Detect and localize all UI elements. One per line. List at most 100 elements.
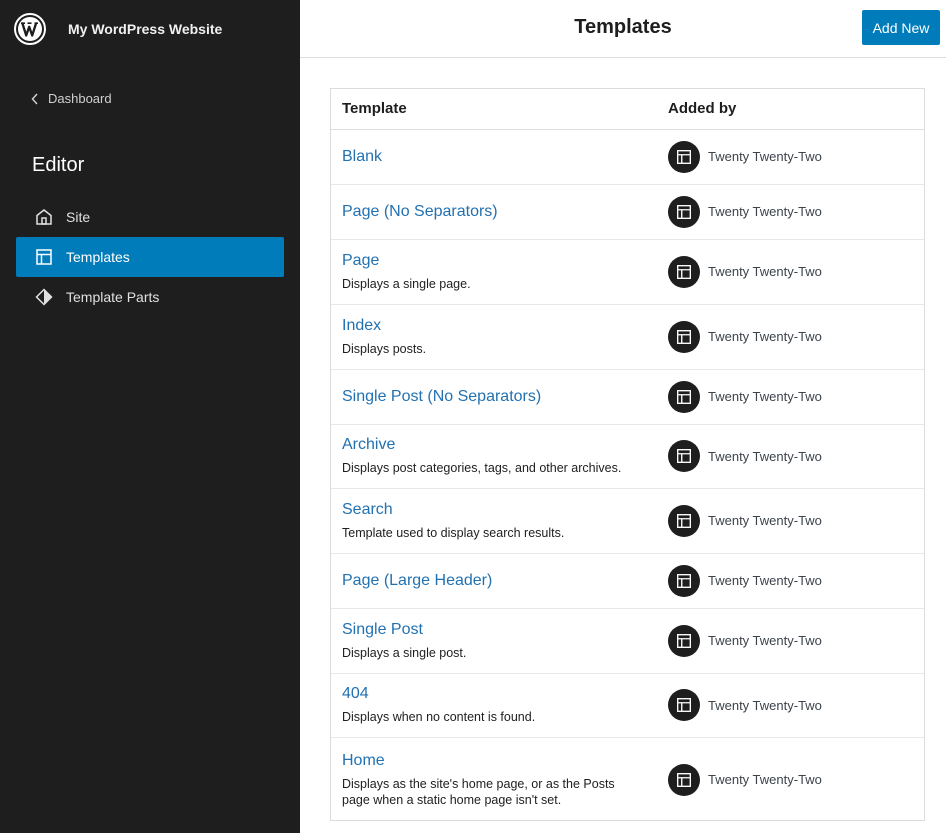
theme-avatar	[668, 564, 700, 597]
author-name: Twenty Twenty-Two	[708, 772, 822, 788]
add-new-button[interactable]: Add New	[862, 10, 940, 45]
template-cell: Search Template used to display search re…	[331, 488, 642, 554]
template-cell: Page Displays a single page.	[331, 239, 642, 305]
main-content: Templates Add New Template Added by Blan…	[300, 0, 946, 833]
added-by-cell: Twenty Twenty-Two	[642, 424, 924, 489]
template-title-link[interactable]: Single Post	[342, 621, 642, 639]
theme-avatar	[668, 140, 700, 173]
table-row: Page (Large Header) Twenty Twenty-Two	[331, 553, 924, 609]
template-title-link[interactable]: Single Post (No Separators)	[342, 388, 642, 406]
added-by-cell: Twenty Twenty-Two	[642, 488, 924, 554]
editor-heading: Editor	[32, 154, 85, 176]
theme-avatar	[668, 320, 700, 353]
table-row: Home Displays as the site's home page, or…	[331, 737, 924, 820]
sidebar-item-label: Template Parts	[66, 289, 160, 305]
template-cell: Single Post Displays a single post.	[331, 608, 642, 674]
table-row: Archive Displays post categories, tags, a…	[331, 424, 924, 489]
brand: My WordPress Website	[0, 0, 300, 57]
table-row: Single Post Displays a single post. Twenty…	[331, 608, 924, 674]
added-by-cell: Twenty Twenty-Two	[642, 553, 924, 609]
template-cell: Page (Large Header)	[331, 553, 642, 609]
author-name: Twenty Twenty-Two	[708, 389, 822, 404]
author: Twenty Twenty-Two	[668, 195, 924, 228]
sidebar-item-template-parts[interactable]: Template Parts	[16, 277, 284, 317]
template-cell: 404 Displays when no content is found.	[331, 673, 642, 738]
layout-icon	[36, 249, 52, 265]
author-name: Twenty Twenty-Two	[708, 513, 822, 528]
layout-icon	[677, 449, 691, 463]
author-name: Twenty Twenty-Two	[708, 697, 822, 713]
table-row: Page (No Separators) Twenty Twenty-Two	[331, 184, 924, 240]
templates-table: Template Added by Blank Twenty Twenty-Two…	[330, 88, 925, 821]
layout-icon	[677, 513, 691, 528]
wordpress-logo-icon[interactable]	[14, 12, 46, 45]
template-cell: Archive Displays post categories, tags, a…	[331, 424, 642, 489]
author: Twenty Twenty-Two	[668, 504, 924, 537]
table-row: Single Post (No Separators) Twenty Twenty…	[331, 369, 924, 425]
sidebar-item-label: Site	[66, 209, 91, 225]
template-cell: Index Displays posts.	[331, 304, 642, 370]
table-header-row: Template Added by	[331, 89, 924, 130]
template-title-link[interactable]: Archive	[342, 436, 642, 454]
layout-icon	[677, 329, 691, 344]
added-by-cell: Twenty Twenty-Two	[642, 737, 924, 820]
template-cell: Home Displays as the site's home page, or…	[331, 737, 642, 820]
layout-icon	[677, 389, 691, 404]
sidebar-item-label: Templates	[66, 249, 130, 265]
added-by-cell: Twenty Twenty-Two	[642, 673, 924, 738]
template-title-link[interactable]: Index	[342, 317, 642, 335]
author-name: Twenty Twenty-Two	[708, 204, 822, 219]
template-title-link[interactable]: Blank	[342, 148, 642, 166]
author: Twenty Twenty-Two	[668, 763, 924, 796]
author-name: Twenty Twenty-Two	[708, 573, 822, 588]
diamond-icon	[35, 288, 53, 306]
template-title-link[interactable]: Page	[342, 252, 642, 270]
table-row: Page Displays a single page. Twenty Twenty…	[331, 239, 924, 305]
template-description: Displays post categories, tags, and othe…	[342, 461, 622, 475]
dashboard-back-label: Dashboard	[48, 91, 112, 106]
author: Twenty Twenty-Two	[668, 380, 924, 413]
theme-avatar	[668, 689, 700, 721]
theme-avatar	[668, 624, 700, 657]
chevron-left-icon	[31, 92, 38, 105]
layout-icon	[677, 573, 691, 588]
template-description: Displays a single post.	[342, 645, 467, 660]
layout-icon	[677, 633, 691, 648]
layout-icon	[677, 698, 691, 712]
sidebar: My WordPress Website Dashboard Editor Si…	[0, 0, 300, 833]
sidebar-item-templates[interactable]: Templates	[16, 237, 284, 277]
author: Twenty Twenty-Two	[668, 440, 924, 472]
template-title-link[interactable]: Page (Large Header)	[342, 572, 642, 590]
author-name: Twenty Twenty-Two	[708, 264, 822, 279]
added-by-cell: Twenty Twenty-Two	[642, 184, 924, 240]
sidebar-item-site[interactable]: Site	[16, 197, 284, 237]
template-cell: Page (No Separators)	[331, 184, 642, 240]
template-cell: Single Post (No Separators)	[331, 369, 642, 425]
theme-avatar	[668, 380, 700, 413]
template-description: Displays a single page.	[342, 276, 471, 291]
added-by-cell: Twenty Twenty-Two	[642, 608, 924, 674]
template-title-link[interactable]: Search	[342, 501, 642, 519]
template-title-link[interactable]: 404	[342, 685, 642, 703]
author: Twenty Twenty-Two	[668, 140, 924, 173]
author-name: Twenty Twenty-Two	[708, 329, 822, 344]
layout-icon	[677, 149, 691, 164]
author-name: Twenty Twenty-Two	[708, 448, 822, 464]
column-header-added-by: Added by	[642, 89, 924, 130]
layout-icon	[677, 204, 691, 219]
site-name: My WordPress Website	[68, 20, 223, 37]
author: Twenty Twenty-Two	[668, 564, 924, 597]
template-title-link[interactable]: Home	[342, 752, 642, 770]
layout-icon	[677, 264, 691, 279]
author-name: Twenty Twenty-Two	[708, 633, 822, 648]
layout-icon	[677, 772, 691, 787]
template-description: Template used to display search results.	[342, 525, 565, 540]
column-header-template: Template	[331, 89, 642, 130]
template-title-link[interactable]: Page (No Separators)	[342, 203, 642, 221]
author-name: Twenty Twenty-Two	[708, 149, 822, 164]
theme-avatar	[668, 763, 700, 796]
theme-avatar	[668, 255, 700, 288]
sidebar-nav: Site Templates Template Parts	[16, 197, 284, 317]
dashboard-back-link[interactable]: Dashboard	[30, 91, 112, 106]
table-row: Blank Twenty Twenty-Two	[331, 129, 924, 185]
